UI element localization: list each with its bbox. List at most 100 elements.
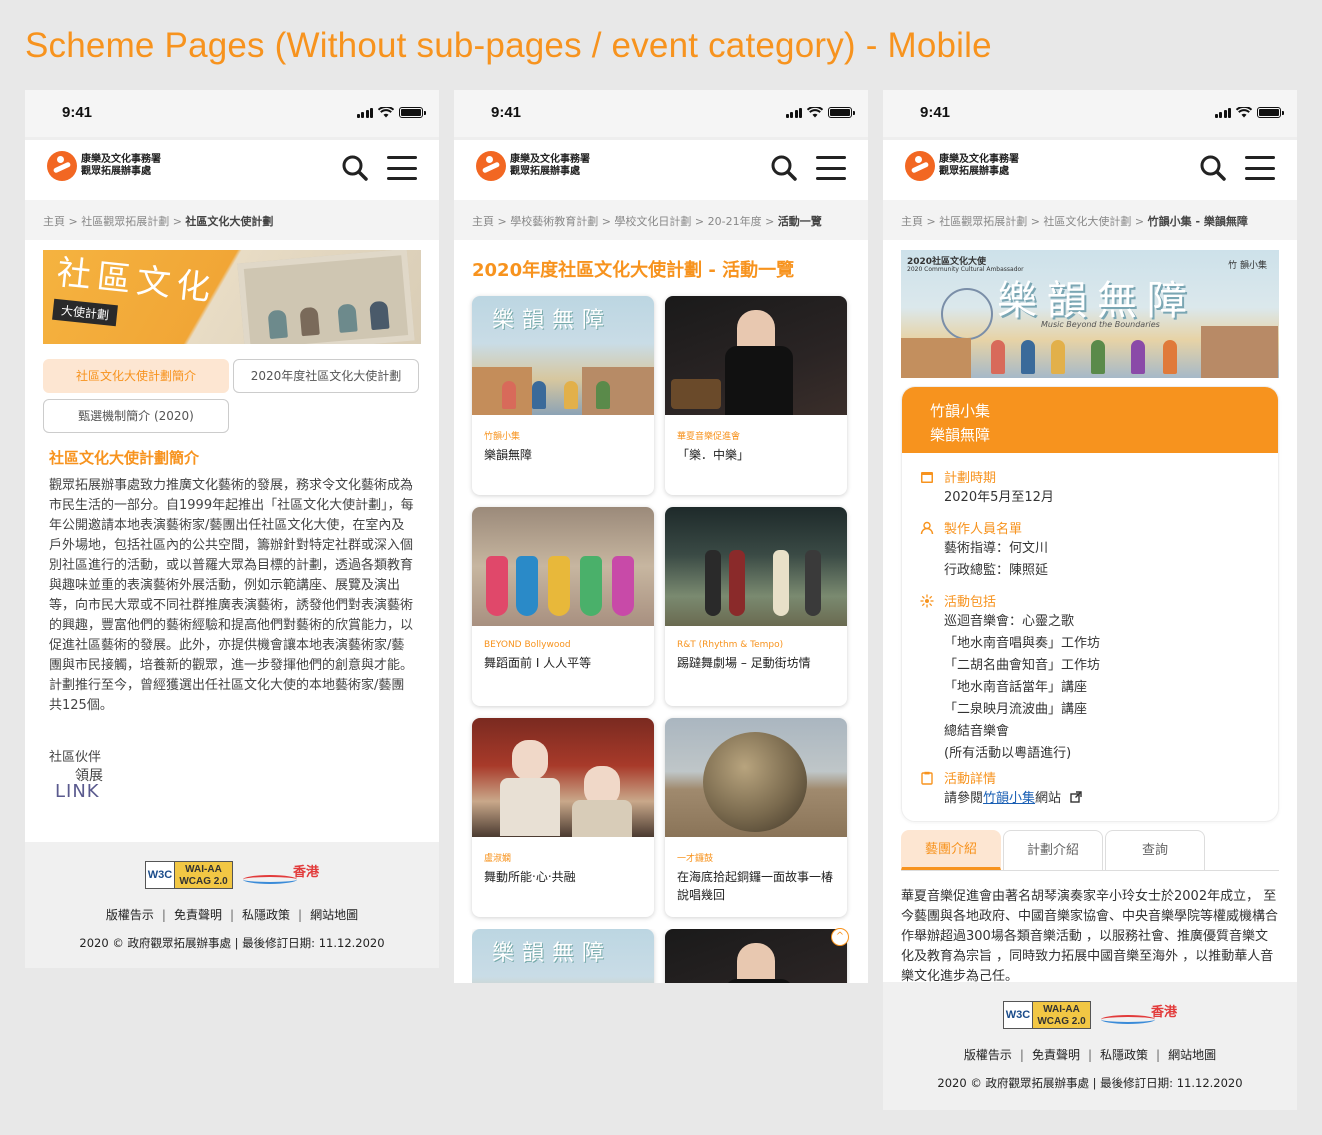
phone-screen-activity-list: 9:41 康樂及文化事務署 觀眾拓展辦事處 主頁 > 學校藝術教育計劃 > 學校文… [454, 90, 868, 983]
breadcrumb-path[interactable]: 主頁 > 學校藝術教育計劃 > 學校文化日計劃 > 20-21年度 > [472, 215, 778, 228]
wifi-icon [378, 107, 394, 118]
activity-image [472, 718, 654, 837]
search-icon[interactable] [770, 154, 798, 182]
tab-enquiry[interactable]: 查詢 [1105, 830, 1205, 870]
details-prefix: 請參閱 [944, 791, 984, 806]
tab-2020-scheme[interactable]: 2020年度社區文化大使計劃 [233, 359, 419, 393]
breadcrumb-path[interactable]: 主頁 > 社區觀眾拓展計劃 > [43, 215, 185, 228]
menu-icon[interactable] [387, 156, 417, 180]
footer-separator: | [161, 908, 166, 922]
footer-link-disclaimer[interactable]: 免責聲明 [1032, 1048, 1080, 1062]
battery-icon [399, 107, 426, 118]
activity-card[interactable]: 華夏音樂促進會 「樂．中樂」 [665, 296, 847, 495]
copyright-text: 2020 © 政府觀眾拓展辦事處 | 最後修訂日期: 11.12.2020 [79, 936, 385, 950]
footer-link-copyright[interactable]: 版權告示 [106, 908, 154, 922]
site-logo[interactable]: 康樂及文化事務署 觀眾拓展辦事處 [47, 151, 161, 181]
footer-separator: | [298, 908, 303, 922]
status-bar: 9:41 [25, 90, 439, 137]
person-icon [920, 521, 934, 534]
activity-image [472, 507, 654, 626]
banner-subtitle: Music Beyond the Boundaries [1041, 320, 1160, 329]
footer-link-sitemap[interactable]: 網站地圖 [310, 908, 358, 922]
site-logo[interactable]: 康樂及文化事務署 觀眾拓展辦事處 [476, 151, 590, 181]
footer-separator: | [1019, 1048, 1024, 1062]
menu-icon[interactable] [816, 156, 846, 180]
breadcrumb: 主頁 > 社區觀眾拓展計劃 > 社區文化大使計劃 > 竹韻小集 - 樂韻無障 [883, 200, 1297, 240]
breadcrumb: 主頁 > 學校藝術教育計劃 > 學校文化日計劃 > 20-21年度 > 活動一覽 [454, 200, 868, 240]
site-footer: W3C WAI-AA WCAG 2.0 香港 版權告示 | 免責聲明 | 私隱政策 | 網站地圖… [883, 982, 1297, 1110]
status-time: 9:41 [62, 104, 93, 121]
breadcrumb-path[interactable]: 主頁 > 社區觀眾拓展計劃 > 社區文化大使計劃 > [901, 215, 1148, 228]
footer-separator: | [229, 908, 235, 922]
status-time: 9:41 [920, 104, 951, 121]
group-description: 華夏音樂促進會由著名胡琴演奏家辛小玲女士於2002年成立， 至今藝團與各地政府、… [901, 889, 1279, 984]
activity-item: 總結音樂會 [944, 724, 1010, 739]
logo-line-2: 觀眾拓展辦事處 [510, 166, 580, 177]
activity-image [665, 507, 847, 626]
footer-link-copyright[interactable]: 版權告示 [964, 1048, 1012, 1062]
w3c-badge-line-1: WAI-AA [1043, 1004, 1080, 1015]
tab-group-intro[interactable]: 藝團介紹 [901, 830, 1001, 870]
activity-card[interactable]: 樂韻無障 [472, 929, 654, 983]
brand-hk-text: 香港 [1150, 1005, 1177, 1020]
activity-card[interactable] [665, 929, 847, 983]
back-to-top-icon[interactable]: ^ [831, 928, 849, 946]
activity-info-header: 竹韻小集 樂韻無障 [902, 387, 1278, 453]
site-footer: W3C WAI-AA WCAG 2.0 香港 版權告示 | 免責聲明 | 私隱政策 | 網站地圖… [25, 842, 439, 968]
brand-hk-text: 香港 [292, 865, 319, 880]
partner-label: 社區伙伴 [49, 750, 102, 765]
footer-link-sitemap[interactable]: 網站地圖 [1168, 1048, 1216, 1062]
footer-separator: | [1156, 1048, 1161, 1062]
activity-item: (所有活動以粵語進行) [944, 746, 1072, 761]
status-bar: 9:41 [454, 90, 868, 137]
activity-card[interactable]: BEYOND Bollywood 舞蹈面前 I 人人平等 [472, 507, 654, 706]
detail-tabs: 藝團介紹 計劃介紹 查詢 [901, 830, 1279, 871]
activity-image [665, 929, 847, 983]
w3c-badge[interactable]: W3C WAI-AA WCAG 2.0 [1003, 1001, 1091, 1029]
activities-label: 活動包括 [944, 595, 997, 610]
brand-hk-logo[interactable]: 香港 [1101, 1001, 1177, 1029]
search-icon[interactable] [1199, 154, 1227, 182]
site-logo[interactable]: 康樂及文化事務署 觀眾拓展辦事處 [905, 151, 1019, 181]
activity-card[interactable]: R&T (Rhythm & Tempo) 踢躂舞劇場 – 足動街坊情 [665, 507, 847, 706]
tab-selection-mechanism[interactable]: 甄選機制簡介 (2020) [43, 399, 229, 433]
crew-label: 製作人員名單 [944, 522, 1023, 537]
organizer-website-link[interactable]: 竹韻小集 [983, 791, 1035, 806]
phone-screen-activity-detail: 9:41 康樂及文化事務署 觀眾拓展辦事處 主頁 > 社區觀眾拓展計劃 > 社區文… [883, 90, 1297, 1110]
footer-link-privacy[interactable]: 私隱政策 [242, 908, 290, 922]
link-reit-logo[interactable]: 領展 LINK [55, 768, 421, 801]
activity-name: 「樂．中樂」 [677, 448, 750, 462]
signal-icon [1214, 107, 1231, 118]
activity-card[interactable]: 一才鑼鼓 在海底拾起銅鑼一面故事一椿說唱幾回 [665, 718, 847, 917]
activity-image [665, 296, 847, 415]
activity-item: 「地水南音話當年」講座 [944, 680, 1088, 695]
activity-name: 踢躂舞劇場 – 足動街坊情 [677, 656, 811, 670]
calendar-icon [921, 471, 933, 483]
footer-links: 版權告示 | 免責聲明 | 私隱政策 | 網站地圖 [25, 906, 439, 923]
sparkle-icon [920, 594, 934, 607]
activity-card[interactable]: 盧淑嫻 舞動所能‧心‧共融 [472, 718, 654, 917]
footer-link-privacy[interactable]: 私隱政策 [1100, 1048, 1148, 1062]
organizer-name: 竹韻小集 [930, 402, 991, 420]
logo-line-1: 康樂及文化事務署 [81, 154, 161, 165]
menu-icon[interactable] [1245, 156, 1275, 180]
footer-link-disclaimer[interactable]: 免責聲明 [174, 908, 222, 922]
activity-card[interactable]: 樂韻無障 竹韻小集 樂韻無障 [472, 296, 654, 495]
details-label: 活動詳情 [944, 772, 997, 787]
battery-icon [1257, 107, 1284, 118]
w3c-badge[interactable]: W3C WAI-AA WCAG 2.0 [145, 861, 233, 889]
footer-links: 版權告示 | 免責聲明 | 私隱政策 | 網站地圖 [883, 1046, 1297, 1063]
tab-scheme-intro[interactable]: 計劃介紹 [1003, 830, 1103, 870]
phone-screen-intro: 9:41 康樂及文化事務署 觀眾拓展辦事處 主頁 > 社區觀眾拓展計劃 > 社區文… [25, 90, 439, 968]
search-icon[interactable] [341, 154, 369, 182]
scheme-description: 觀眾拓展辦事處致力推廣文化藝術的發展，務求令文化藝術成為市民生活的一部分。自19… [49, 478, 414, 713]
external-link-icon[interactable] [1070, 791, 1082, 803]
activity-name: 樂韻無障 [484, 448, 533, 462]
activity-grid-next-row: 樂韻無障 [472, 929, 850, 983]
tab-scheme-intro[interactable]: 社區文化大使計劃簡介 [43, 359, 229, 393]
activity-category: 盧淑嫻 [484, 854, 512, 864]
w3c-badge-line-2: WCAG 2.0 [179, 876, 228, 887]
breadcrumb-current: 活動一覽 [777, 215, 822, 228]
details-suffix: 網站 [1035, 791, 1062, 806]
brand-hk-logo[interactable]: 香港 [243, 861, 319, 889]
